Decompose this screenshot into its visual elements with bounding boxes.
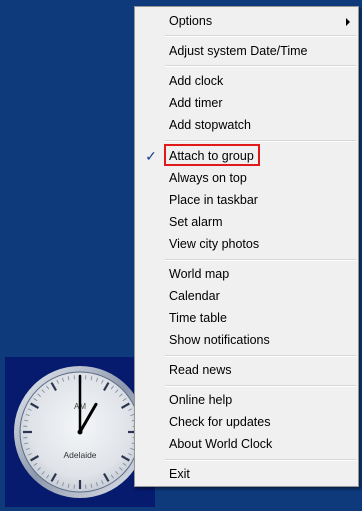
- menu-item-add-timer[interactable]: Add timer: [137, 92, 356, 114]
- menu-item-view-city-photos[interactable]: View city photos: [137, 233, 356, 255]
- context-menu: Options Adjust system Date/Time Add cloc…: [134, 6, 359, 487]
- menu-item-attach-to-group[interactable]: ✓ Attach to group: [137, 145, 356, 167]
- analog-clock-face: AM Adelaide: [14, 366, 146, 498]
- menu-item-label: World map: [169, 267, 230, 281]
- menu-item-label: Place in taskbar: [169, 193, 258, 207]
- menu-item-label: Online help: [169, 393, 233, 407]
- menu-item-options[interactable]: Options: [137, 10, 356, 32]
- menu-item-always-on-top[interactable]: Always on top: [137, 167, 356, 189]
- menu-item-label: View city photos: [169, 237, 260, 251]
- menu-item-label: Add clock: [169, 74, 224, 88]
- menu-item-label: Adjust system Date/Time: [169, 44, 308, 58]
- menu-separator: [165, 35, 356, 37]
- menu-item-label: Check for updates: [169, 415, 271, 429]
- menu-item-world-map[interactable]: World map: [137, 263, 356, 285]
- menu-separator: [165, 355, 356, 357]
- menu-item-show-notifications[interactable]: Show notifications: [137, 329, 356, 351]
- menu-separator: [165, 140, 356, 142]
- menu-item-label: Show notifications: [169, 333, 270, 347]
- submenu-arrow-icon: [346, 18, 350, 26]
- menu-separator: [165, 65, 356, 67]
- menu-item-time-table[interactable]: Time table: [137, 307, 356, 329]
- menu-item-label: Options: [169, 14, 213, 28]
- menu-item-read-news[interactable]: Read news: [137, 359, 356, 381]
- menu-item-label: Add stopwatch: [169, 118, 251, 132]
- menu-item-about-world-clock[interactable]: About World Clock: [137, 433, 356, 455]
- menu-item-label: Add timer: [169, 96, 223, 110]
- menu-item-check-for-updates[interactable]: Check for updates: [137, 411, 356, 433]
- menu-item-exit[interactable]: Exit: [137, 463, 356, 485]
- menu-item-label: About World Clock: [169, 437, 273, 451]
- checkmark-icon: ✓: [145, 148, 157, 164]
- menu-item-label: Time table: [169, 311, 227, 325]
- menu-separator: [165, 459, 356, 461]
- menu-item-label: Attach to group: [169, 149, 254, 163]
- menu-item-label: Read news: [169, 363, 232, 377]
- menu-item-add-clock[interactable]: Add clock: [137, 70, 356, 92]
- menu-item-set-alarm[interactable]: Set alarm: [137, 211, 356, 233]
- clock-widget[interactable]: AM Adelaide: [5, 357, 155, 507]
- menu-item-label: Set alarm: [169, 215, 223, 229]
- menu-item-add-stopwatch[interactable]: Add stopwatch: [137, 114, 356, 136]
- menu-item-label: Always on top: [169, 171, 247, 185]
- menu-item-adjust-date-time[interactable]: Adjust system Date/Time: [137, 40, 356, 62]
- menu-item-calendar[interactable]: Calendar: [137, 285, 356, 307]
- menu-item-label: Exit: [169, 467, 190, 481]
- clock-city-label: Adelaide: [63, 450, 96, 460]
- menu-item-online-help[interactable]: Online help: [137, 389, 356, 411]
- menu-separator: [165, 259, 356, 261]
- menu-separator: [165, 385, 356, 387]
- menu-item-label: Calendar: [169, 289, 220, 303]
- menu-item-place-in-taskbar[interactable]: Place in taskbar: [137, 189, 356, 211]
